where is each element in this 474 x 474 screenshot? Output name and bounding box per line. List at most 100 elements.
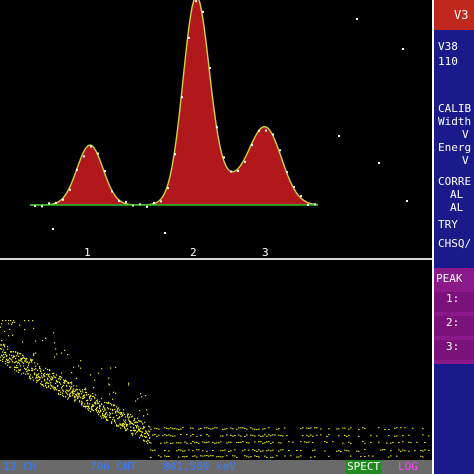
spectrum-count [206, 450, 208, 452]
spectrum-count [13, 351, 15, 353]
spectrum-count [114, 404, 116, 407]
spectrum-count [114, 408, 116, 411]
spectrum-count [200, 428, 202, 430]
spectrum-count [45, 385, 47, 387]
spectrum-count [280, 434, 282, 436]
spectrum-count [56, 379, 58, 381]
spectrum-count [53, 375, 55, 377]
spectrum-count [110, 416, 112, 419]
spectrum-count [97, 412, 99, 414]
spectrum-count [84, 396, 86, 398]
spectrum-count [244, 455, 246, 457]
spectrum-count [314, 456, 316, 458]
spectrum-count [226, 428, 228, 430]
spectrum-count [77, 397, 79, 399]
peak-data-point [125, 200, 127, 203]
spectrum-count [380, 449, 382, 451]
spectrum-count [316, 434, 318, 436]
spectrum-count [226, 442, 228, 444]
spectrum-count [68, 382, 70, 384]
spectrum-count [103, 405, 105, 407]
spectrum-count [82, 402, 84, 404]
peak-data-point [160, 200, 162, 203]
peak-row-2[interactable]: 2: [446, 316, 459, 329]
spectrum-count [116, 414, 118, 416]
spectrum-count [168, 434, 170, 436]
spectrum-count [304, 441, 306, 443]
spectrum-count [190, 435, 192, 437]
peak-data-point [195, 0, 197, 3]
spectrum-count [100, 410, 102, 412]
spectrum-count [160, 442, 162, 444]
spectrum-count [66, 380, 68, 383]
spectrum-count [41, 372, 43, 375]
spectrum-count [172, 428, 174, 430]
spectrum-count [268, 427, 270, 429]
spectrum-count [150, 428, 152, 430]
spectrum-count [192, 455, 194, 457]
spectrum-count [410, 442, 412, 444]
spectrum-count [234, 449, 236, 451]
peak-table-header: PEAK [436, 272, 463, 285]
spectrum-count [258, 456, 260, 458]
spectrum-count [43, 385, 45, 387]
spectrum-count [62, 394, 64, 397]
spectrum-count [116, 424, 118, 426]
mode-spect-button[interactable]: SPECT [346, 460, 382, 474]
spectrum-count [63, 390, 65, 392]
spectrum-count [208, 455, 210, 457]
spectrum-count [67, 354, 69, 356]
spectrum-count [21, 360, 23, 362]
spectrum-count [146, 431, 148, 433]
spectrum-count [50, 387, 52, 389]
spectrum-count [24, 320, 26, 322]
spectrum-count [89, 398, 91, 400]
spectrum-count [91, 398, 93, 400]
spectrum-count [89, 403, 91, 405]
spectrum-count [224, 449, 226, 451]
spectrum-count [144, 426, 146, 428]
peak-row-1[interactable]: 1: [446, 292, 459, 305]
spectrum-count [160, 456, 162, 458]
spectrum-count [64, 382, 66, 384]
spectrum-count [14, 355, 16, 358]
spectrum-count [186, 442, 188, 444]
spectrum-count [76, 394, 78, 397]
spectrum-count [140, 393, 142, 395]
spectrum-count [164, 455, 166, 457]
spectrum-count [212, 455, 214, 457]
spectrum-count [29, 361, 31, 363]
spectrum-count [370, 434, 372, 436]
spectrum-count [101, 403, 103, 405]
spectrum-count [82, 389, 84, 391]
spectrum-count [1, 348, 3, 350]
spectrum-count [35, 377, 37, 379]
spectrum-count [49, 376, 51, 378]
spectrum-count [54, 356, 56, 358]
spectrum-count [95, 403, 97, 405]
spectrum-count [48, 386, 50, 388]
spectrum-count [137, 398, 139, 400]
spectrum-count [95, 401, 97, 403]
spectrum-count [93, 405, 95, 407]
spectrum-count [31, 361, 33, 363]
spectrum-count [166, 427, 168, 429]
spectrum-count [192, 441, 194, 443]
spectrum-count [324, 450, 326, 452]
spectrum-count [386, 442, 388, 444]
spectrum-count [284, 427, 286, 429]
mode-log-button[interactable]: LOG [398, 460, 418, 474]
spectrum-count [398, 441, 400, 443]
spectrum-count [21, 373, 23, 375]
peak-row-3[interactable]: 3: [446, 340, 459, 353]
status-counts: 706 CNT [90, 460, 137, 473]
spectrum-count [388, 434, 390, 436]
spectrum-count [278, 428, 280, 430]
spectrum-count [306, 427, 308, 429]
spectrum-count [276, 455, 278, 457]
spectrum-count [33, 379, 35, 381]
spectrum-count [232, 435, 234, 437]
spectrum-count [350, 442, 352, 444]
spectrum-count [91, 407, 93, 409]
spectrum-count [168, 450, 170, 452]
